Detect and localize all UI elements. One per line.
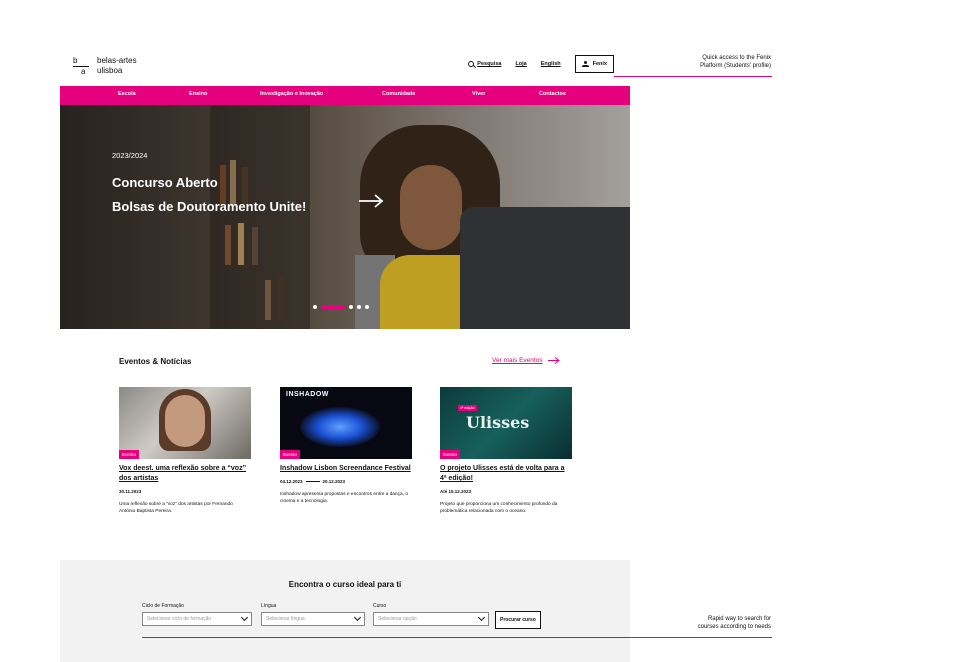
search-annotation: Rapid way to search for courses accordin… — [630, 615, 771, 631]
fenix-button[interactable]: Fenix — [574, 55, 614, 73]
news-card-title[interactable]: O projeto Ulisses está de volta para a 4… — [440, 464, 572, 484]
course-field: Curso Selecionar opção — [373, 603, 489, 626]
event-badge: Evento — [119, 450, 140, 459]
menu-item-escola[interactable]: Escola — [118, 91, 136, 97]
fenix-annotation-line1: Quick access to the Fenix — [702, 55, 771, 61]
logo-letter-a: a — [81, 67, 86, 76]
menu-item-viver[interactable]: Viver — [472, 91, 485, 97]
image-title: INSHADOW — [286, 391, 329, 398]
search-icon — [468, 61, 475, 67]
menu-item-ensino[interactable]: Ensino — [189, 91, 207, 97]
course-search-section: Encontra o curso ideal para ti Ciclo de … — [60, 560, 630, 662]
fenix-annotation-line — [614, 76, 772, 77]
header-tools: Pesquisa Loja English Fenix — [468, 54, 614, 74]
chevron-down-icon — [353, 613, 362, 622]
news-card-description: Projeto que proporciona um conhecimento … — [440, 502, 558, 514]
chevron-down-icon — [477, 613, 486, 622]
hero-year: 2023/2024 — [112, 151, 148, 160]
site-header: b a belas-artes ulisboa Pesquisa Loja En… — [60, 44, 630, 84]
news-card[interactable]: INSHADOW Evento Inshadow Lisbon Screenda… — [280, 387, 412, 505]
search-annotation-line1: Rapid way to search for — [707, 616, 771, 622]
fenix-annotation: Quick access to the Fenix Platform (Stud… — [630, 54, 771, 70]
more-events-link[interactable]: Ver mais Eventos — [492, 357, 560, 364]
news-card-description: Inshadow apresenta propostas e encontros… — [280, 492, 409, 504]
cycle-placeholder: Selecionar ciclo de formação — [147, 616, 212, 622]
search-label: Pesquisa — [477, 61, 502, 67]
news-card-date: Até 15.12.2023 — [440, 489, 572, 494]
course-label: Curso — [373, 603, 387, 609]
news-card[interactable]: 4ª edição Ulisses Evento O projeto Uliss… — [440, 387, 572, 515]
search-annotation-line — [142, 637, 772, 638]
date-start: 04.12.2023 — [280, 479, 303, 484]
search-link[interactable]: Pesquisa — [468, 61, 501, 67]
news-heading: Eventos & Notícias — [119, 357, 192, 366]
course-search-title: Encontra o curso ideal para ti — [288, 580, 402, 589]
carousel-dot[interactable] — [313, 305, 317, 309]
portrait-face — [165, 395, 205, 447]
hero-carousel[interactable]: 2023/2024 Concurso Aberto Bolsas de Dout… — [60, 105, 630, 329]
image-title: Ulisses — [466, 413, 530, 432]
logo-line1: belas-artes — [97, 56, 137, 65]
news-card-date: 04.12.2023 20.12.2023 — [280, 479, 412, 484]
language-label: Língua — [261, 603, 277, 609]
more-events-label: Ver mais Eventos — [492, 357, 543, 364]
arrow-right-icon[interactable] — [358, 194, 384, 208]
logo-name: belas-artes ulisboa — [97, 56, 137, 76]
menu-item-comunidade[interactable]: Comunidade — [382, 91, 415, 97]
search-annotation-line2: courses according to needs — [697, 624, 771, 630]
shop-link[interactable]: Loja — [515, 61, 526, 67]
website-page: b a belas-artes ulisboa Pesquisa Loja En… — [60, 0, 630, 662]
chevron-down-icon — [240, 613, 249, 622]
course-placeholder: Selecionar opção — [378, 616, 417, 622]
date-separator — [305, 481, 320, 482]
search-course-button[interactable]: Procurar curso — [495, 611, 541, 629]
news-card-description: Uma reflexão sobre a “voz” dos artistas … — [119, 502, 233, 514]
carousel-dot[interactable] — [365, 305, 369, 309]
language-select[interactable]: Selecionar língua — [261, 612, 365, 626]
hero-title-line2: Bolsas de Doutoramento Unite! — [112, 199, 307, 214]
edition-tag: 4ª edição — [458, 405, 477, 411]
news-card-title[interactable]: Vox deest. uma reflexão sobre a “voz” do… — [119, 464, 251, 484]
language-field: Língua Selecionar língua — [261, 603, 365, 626]
date-start: 30.11.2023 — [119, 489, 142, 494]
cycle-label: Ciclo de Formação — [142, 603, 184, 609]
logo-line2: ulisboa — [97, 66, 123, 75]
fenix-label: Fenix — [592, 61, 607, 67]
hero-title[interactable]: Concurso Aberto Bolsas de Doutoramento U… — [112, 171, 306, 219]
fenix-annotation-line2: Platform (Students' profile) — [700, 63, 771, 69]
cycle-field: Ciclo de Formação Selecionar ciclo de fo… — [142, 603, 252, 626]
news-card[interactable]: Evento Vox deest. uma reflexão sobre a “… — [119, 387, 251, 515]
event-badge: Evento — [280, 450, 301, 459]
carousel-dots — [313, 305, 369, 309]
cycle-select[interactable]: Selecionar ciclo de formação — [142, 612, 252, 626]
news-card-title[interactable]: Inshadow Lisbon Screendance Festival — [280, 464, 412, 474]
date-end: 20.12.2023 — [322, 479, 346, 484]
hero-title-line1: Concurso Aberto — [112, 175, 218, 190]
menu-item-investigacao[interactable]: Investigação e Inovação — [260, 91, 323, 97]
main-menu: Escola Ensino Investigação e Inovação Co… — [60, 86, 630, 105]
dance-figure — [300, 407, 380, 447]
date-start: Até 15.12.2023 — [440, 489, 472, 494]
news-card-image[interactable]: 4ª edição Ulisses Evento — [440, 387, 572, 459]
user-icon — [581, 61, 589, 67]
language-link[interactable]: English — [541, 61, 561, 67]
course-select[interactable]: Selecionar opção — [373, 612, 489, 626]
carousel-dot-active[interactable] — [321, 305, 345, 309]
logo[interactable]: b a belas-artes ulisboa — [73, 56, 163, 80]
carousel-dot[interactable] — [357, 305, 361, 309]
carousel-dot[interactable] — [349, 305, 353, 309]
event-badge: Evento — [440, 450, 461, 459]
news-card-date: 30.11.2023 — [119, 489, 251, 494]
logo-letter-b: b — [73, 56, 78, 65]
menu-item-contactos[interactable]: Contactos — [539, 91, 566, 97]
news-card-image[interactable]: Evento — [119, 387, 251, 459]
news-card-image[interactable]: INSHADOW Evento — [280, 387, 412, 459]
arrow-right-icon — [547, 357, 560, 364]
language-placeholder: Selecionar língua — [266, 616, 305, 622]
